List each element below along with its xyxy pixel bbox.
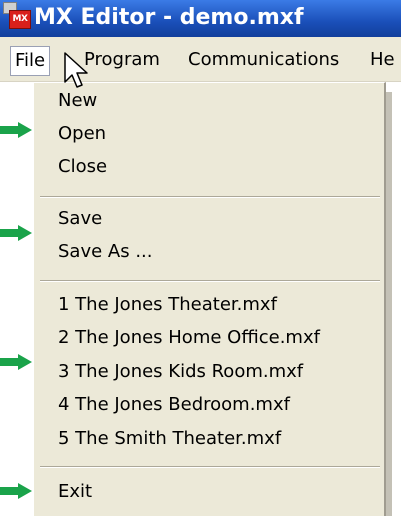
menu-separator [40,280,380,282]
menu-separator [40,466,380,468]
app-icon[interactable]: MX [3,2,33,30]
green-arrow-icon [0,483,32,499]
menu-item-save[interactable]: Save [58,206,102,232]
recent-file-2[interactable]: 2 The Jones Home Office.mxf [58,325,320,351]
mouse-cursor-icon [64,52,88,88]
window-title: MX Editor - demo.mxf [34,5,304,30]
menu-item-exit[interactable]: Exit [58,479,92,505]
menu-file[interactable]: File [10,46,51,76]
menu-item-close[interactable]: Close [58,154,107,180]
recent-file-3[interactable]: 3 The Jones Kids Room.mxf [58,359,303,385]
recent-file-1[interactable]: 1 The Jones Theater.mxf [58,292,277,318]
green-arrow-icon [0,354,32,370]
green-arrow-icon [0,225,32,241]
recent-file-5[interactable]: 5 The Smith Theater.mxf [58,426,281,452]
menu-item-save-as[interactable]: Save As ... [58,239,152,265]
file-menu-dropdown: New Open Close Save Save As ... 1 The Jo… [33,82,386,516]
menu-item-open[interactable]: Open [58,121,106,147]
menu-program[interactable]: Program [78,45,166,75]
app-icon-label: MX [9,10,31,29]
menu-item-new[interactable]: New [58,88,97,114]
green-arrow-icon [0,122,32,138]
menu-help[interactable]: He [364,45,401,75]
menu-bar: File Program Communications He [0,37,401,82]
title-bar: MX MX Editor - demo.mxf [0,0,401,37]
recent-file-4[interactable]: 4 The Jones Bedroom.mxf [58,392,290,418]
menu-separator [40,196,380,198]
menu-communications[interactable]: Communications [182,45,345,75]
